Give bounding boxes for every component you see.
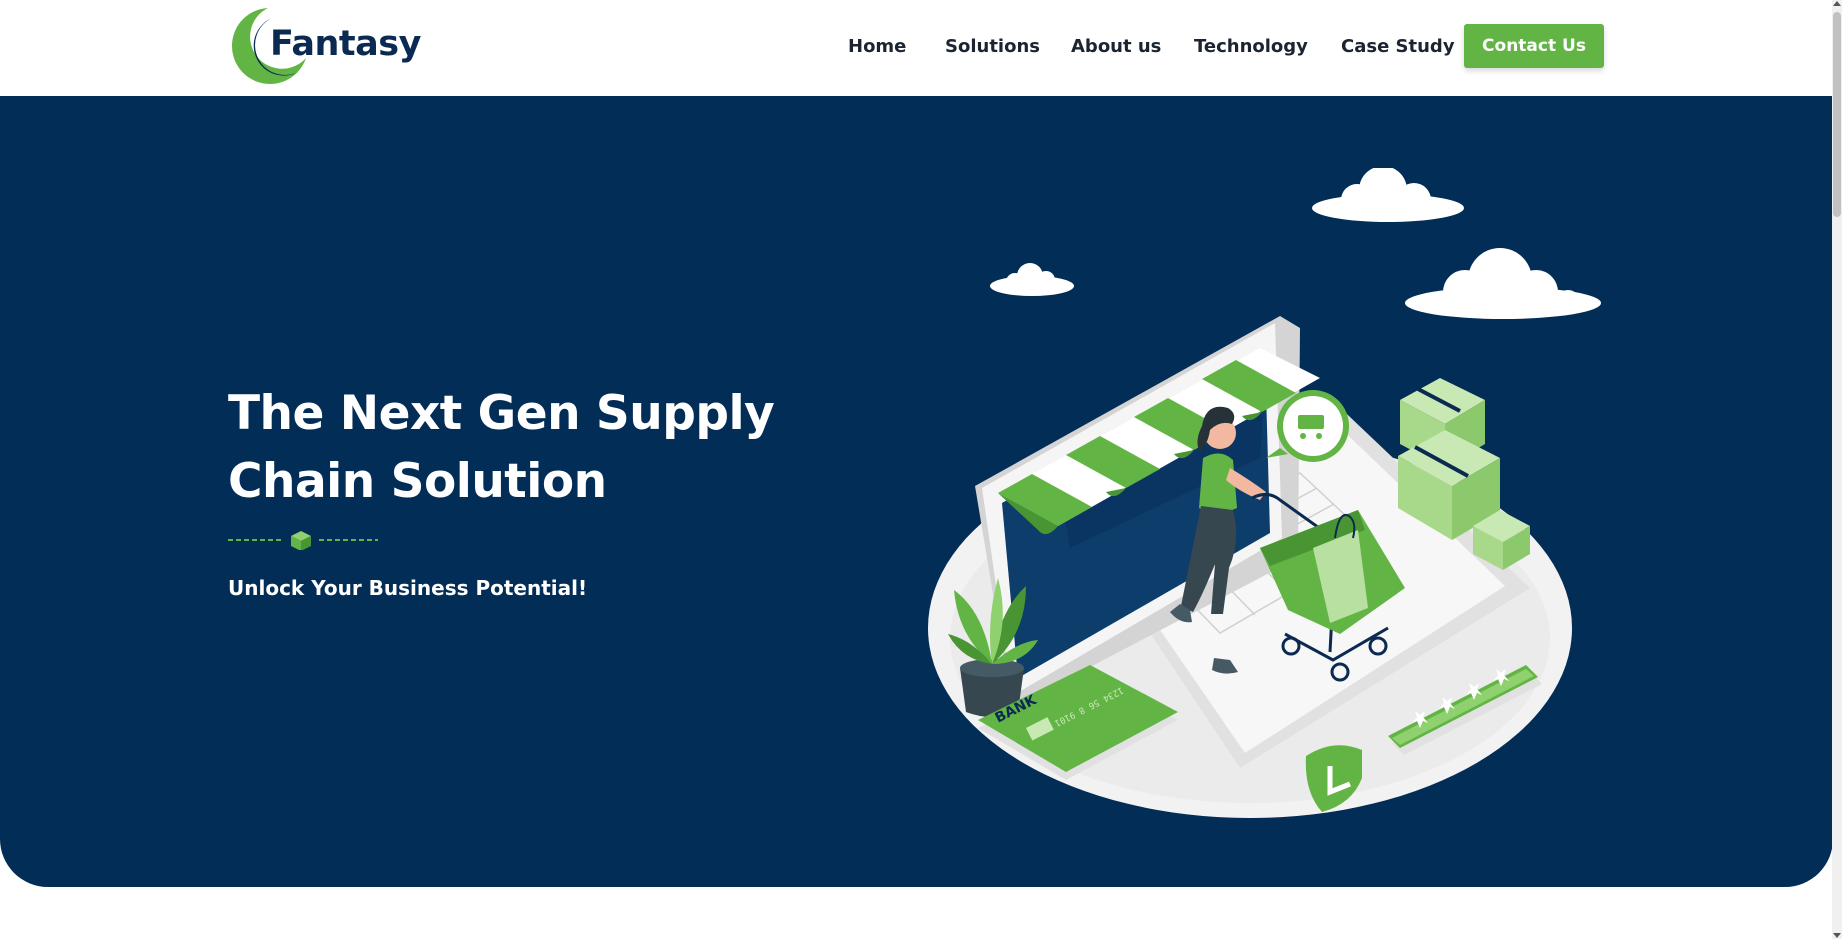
hero-divider: [228, 531, 378, 550]
hero-section: The Next Gen Supply Chain Solution Unloc…: [0, 96, 1833, 887]
cloud-icon: [990, 263, 1074, 296]
nav-solutions[interactable]: Solutions: [945, 36, 1040, 57]
nav-technology[interactable]: Technology: [1194, 36, 1308, 57]
hero-title-line2: Chain Solution: [228, 454, 607, 509]
hero-subtitle: Unlock Your Business Potential!: [228, 576, 588, 600]
contact-us-button[interactable]: Contact Us: [1464, 24, 1604, 68]
nav-about-us[interactable]: About us: [1071, 36, 1161, 57]
cloud-icon: [1312, 168, 1464, 222]
hero-title-line1: The Next Gen Supply: [228, 386, 775, 441]
cloud-icon: [1405, 248, 1601, 319]
brand-name: Fantasy: [270, 24, 421, 64]
page-scrollbar[interactable]: [1832, 0, 1842, 939]
scroll-up-icon[interactable]: [1833, 1, 1841, 6]
hero-illustration: BANK 1234 56 8 9101: [928, 168, 1601, 818]
scroll-thumb[interactable]: [1833, 12, 1841, 217]
scroll-down-icon[interactable]: [1833, 933, 1841, 938]
brand-logo[interactable]: Fantasy: [228, 6, 421, 86]
hero-title: The Next Gen Supply Chain Solution: [228, 380, 788, 516]
nav-case-study[interactable]: Case Study: [1341, 36, 1455, 57]
site-header: Fantasy Home Solutions About us Technolo…: [0, 0, 1832, 96]
cube-icon: [291, 531, 311, 550]
nav-home[interactable]: Home: [848, 36, 906, 57]
